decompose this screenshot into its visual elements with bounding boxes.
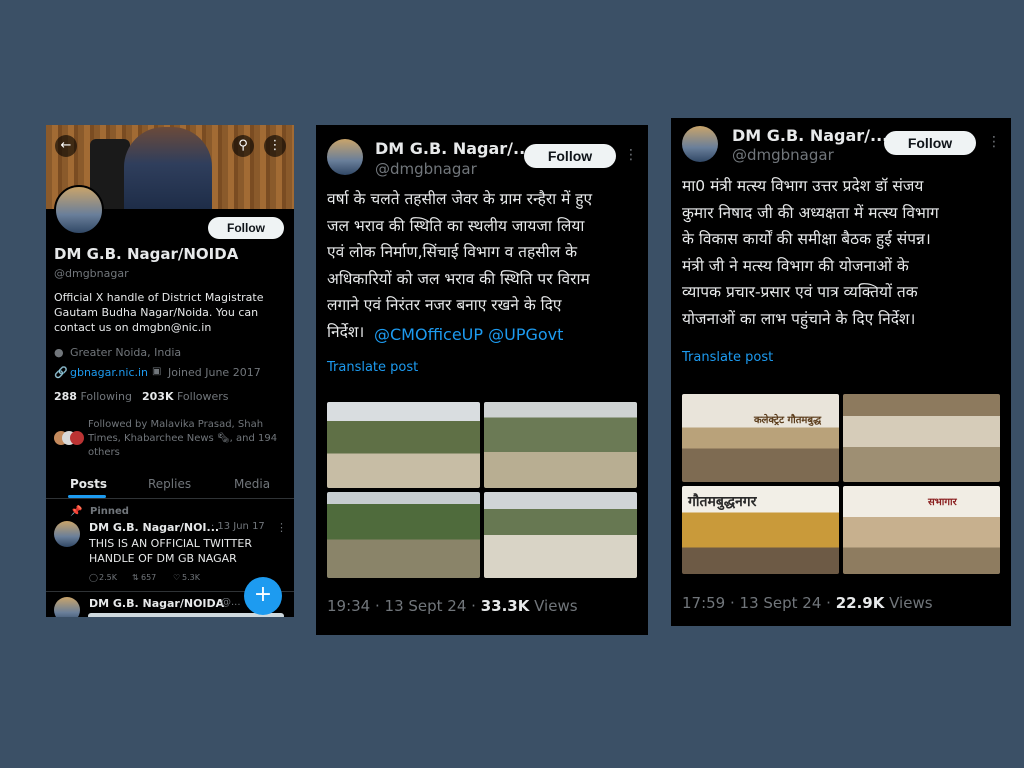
views-count: 33.3K — [480, 597, 530, 615]
followers-number: 203K — [142, 390, 174, 403]
post-time: 19:34 · 13 Sept 24 · — [327, 597, 481, 615]
followed-by: Followed by Malavika Prasad, Shah — [88, 419, 264, 430]
pinned-tweet-text: HANDLE OF DM GB NAGAR — [89, 552, 237, 565]
profile-screen: ← ⚲ ⋮ Follow DM G.B. Nagar/NOIDA @dmgbna… — [46, 125, 294, 617]
photo-caption: गौतमबुद्धनगर — [688, 494, 757, 510]
follow-button[interactable]: Follow — [208, 217, 284, 239]
location-pin-icon: ● — [54, 346, 64, 359]
reply-count: 2.5K — [99, 573, 117, 582]
scroll-pill — [88, 613, 284, 617]
avatar[interactable] — [327, 139, 363, 175]
pinned-tweet-date: · 13 Jun 17 — [211, 521, 265, 532]
profile-name: DM G.B. Nagar/NOIDA — [54, 245, 239, 263]
bio-line: Official X handle of District Magistrate — [54, 291, 264, 304]
profile-handle: @dmgbnagar — [54, 267, 129, 280]
tweet-avatar[interactable] — [54, 597, 80, 617]
translate-post-link[interactable]: Translate post — [327, 360, 418, 375]
post-author-name[interactable]: DM G.B. Nagar/... — [732, 126, 888, 145]
banner-person — [124, 127, 212, 209]
next-tweet-handle: @... — [221, 597, 241, 608]
following-number: 288 — [54, 390, 77, 403]
following-count[interactable]: 288 Following — [54, 390, 132, 403]
bio-line: Gautam Budha Nagar/Noida. You can — [54, 306, 259, 319]
photo-3[interactable] — [327, 492, 480, 578]
follow-button[interactable]: Follow — [524, 144, 616, 168]
joined-date: Joined June 2017 — [168, 366, 261, 379]
views-label: Views — [884, 594, 933, 612]
photo-grid[interactable] — [327, 402, 637, 578]
follower-avatars — [54, 431, 84, 445]
back-arrow-icon[interactable]: ← — [55, 135, 77, 157]
post-author-handle: @dmgbnagar — [732, 146, 834, 164]
photo-grid[interactable]: कलेक्ट्रेट गौतमबुद्ध गौतमबुद्धनगर सभागार — [682, 394, 1000, 574]
next-tweet-author[interactable]: DM G.B. Nagar/NOIDA — [89, 597, 224, 610]
pinned-tweet-author[interactable]: DM G.B. Nagar/NOI... — [89, 521, 219, 534]
photo-4[interactable] — [843, 486, 1000, 574]
avatar[interactable] — [682, 126, 718, 162]
follow-button[interactable]: Follow — [884, 131, 976, 155]
location: Greater Noida, India — [70, 346, 182, 359]
more-vertical-icon[interactable]: ⋮ — [624, 147, 638, 163]
photo-2[interactable] — [484, 402, 637, 488]
post-text: वर्षा के चलते तहसील जेवर के ग्राम रन्हैर… — [327, 190, 593, 341]
retweet-count: 657 — [141, 573, 157, 582]
link-icon: 🔗 — [54, 366, 68, 379]
pinned-label: Pinned — [90, 506, 129, 517]
post-screen-1: DM G.B. Nagar/... @dmgbnagar Follow ⋮ वर… — [316, 125, 648, 635]
website-link[interactable]: gbnagar.nic.in — [70, 366, 148, 379]
post-author-name[interactable]: DM G.B. Nagar/... — [375, 139, 531, 158]
followers-count[interactable]: 203K Followers — [142, 390, 229, 403]
followed-by: Times, Khabarchee News 🗞, and 194 — [88, 433, 278, 444]
avatar[interactable] — [54, 185, 104, 235]
post-meta: 17:59 · 13 Sept 24 · 22.9K Views — [682, 594, 933, 612]
photo-4[interactable] — [484, 492, 637, 578]
tab-replies[interactable]: Replies — [148, 477, 191, 491]
post-text: मा0 मंत्री मत्स्य विभाग उत्तर प्रदेश डॉ … — [682, 177, 939, 328]
like-icon[interactable]: ♡ — [173, 573, 180, 582]
photo-1[interactable] — [327, 402, 480, 488]
more-vertical-icon[interactable]: ⋮ — [276, 521, 287, 534]
reply-icon[interactable]: ◯ — [89, 573, 98, 582]
post-author-handle: @dmgbnagar — [375, 160, 477, 178]
photo-2[interactable] — [843, 394, 1000, 482]
search-icon[interactable]: ⚲ — [232, 135, 254, 157]
pin-icon: 📌 — [70, 506, 83, 517]
calendar-icon: ▣ — [152, 366, 162, 377]
more-vertical-icon[interactable]: ⋮ — [987, 134, 1001, 150]
followed-by: others — [88, 447, 120, 458]
tabs-divider — [46, 498, 294, 499]
translate-post-link[interactable]: Translate post — [682, 350, 773, 365]
bio-line: contact us on dmgbn@nic.in — [54, 321, 212, 334]
views-count: 22.9K — [835, 594, 885, 612]
tab-posts[interactable]: Posts — [70, 477, 107, 491]
photo-1[interactable] — [682, 394, 839, 482]
views-label: Views — [529, 597, 578, 615]
compose-button[interactable]: + — [244, 577, 282, 615]
tweet-avatar[interactable] — [54, 521, 80, 547]
more-vertical-icon[interactable]: ⋮ — [264, 135, 286, 157]
post-screen-2: DM G.B. Nagar/... @dmgbnagar Follow ⋮ मा… — [671, 118, 1011, 626]
photo-caption: कलेक्ट्रेट गौतमबुद्ध — [754, 415, 822, 426]
like-count: 5.3K — [182, 573, 200, 582]
pinned-tweet-text: THIS IS AN OFFICIAL TWITTER — [89, 537, 252, 550]
photo-caption: सभागार — [928, 497, 957, 508]
followers-label: Followers — [177, 390, 229, 403]
following-label: Following — [80, 390, 132, 403]
plus-icon: + — [253, 582, 273, 607]
post-time: 17:59 · 13 Sept 24 · — [682, 594, 836, 612]
post-mentions[interactable]: @CMOfficeUP @UPGovt — [374, 325, 563, 344]
post-meta: 19:34 · 13 Sept 24 · 33.3K Views — [327, 597, 578, 615]
retweet-icon[interactable]: ⇅ — [132, 573, 139, 582]
tab-media[interactable]: Media — [234, 477, 270, 491]
